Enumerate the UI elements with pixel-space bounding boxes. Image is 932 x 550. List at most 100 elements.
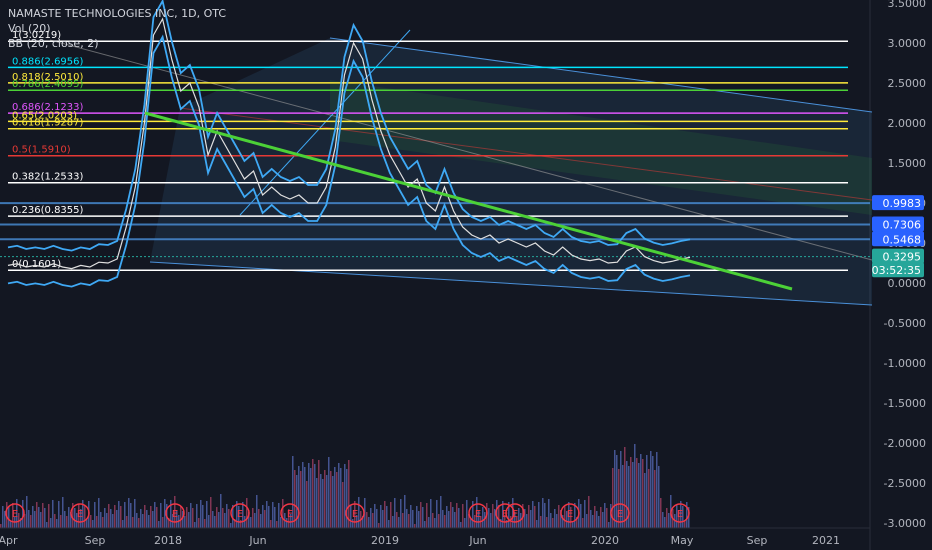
volume-bar [278,503,280,528]
volume-bar [256,495,258,528]
volume-bar [136,513,138,528]
y-tick-label: -1.0000 [884,357,926,370]
volume-bar [52,500,54,528]
volume-bar [226,504,228,528]
volume-bar [636,458,638,528]
volume-bar [134,499,136,528]
volume-bar [462,504,464,528]
y-tick-label: 3.0000 [888,37,927,50]
volume-bar [152,511,154,528]
volume-bar [394,498,396,528]
volume-bar [230,523,232,528]
volume-bar [378,523,380,528]
earnings-marker-label: E [352,509,358,520]
volume-bar [246,498,248,528]
volume-bar [96,516,98,528]
volume-bar [352,519,354,528]
legend-volume: Vol (20) [8,22,51,35]
volume-bar [324,470,326,528]
volume-bar [426,503,428,528]
volume-bar [276,521,278,528]
price-chart[interactable]: 1(3.0219)0.886(2.6956)0.818(2.5010)0.786… [0,0,932,550]
volume-bar [38,507,40,528]
volume-bar [56,519,58,528]
volume-bar [116,510,118,528]
volume-bar [48,504,50,528]
volume-bar [268,506,270,528]
volume-bar [244,516,246,528]
volume-bar [412,510,414,528]
volume-bar [306,481,308,528]
volume-bar [630,457,632,528]
volume-bar [558,505,560,528]
y-tick-label: -2.0000 [884,437,926,450]
volume-bar [490,513,492,528]
volume-bar [92,520,94,528]
volume-bar [530,510,532,528]
volume-bar [228,509,230,528]
volume-bar [380,505,382,528]
volume-bar [418,511,420,528]
volume-bar [112,514,114,528]
volume-bar [432,513,434,528]
volume-bar [128,498,130,528]
volume-bar [322,479,324,528]
volume-bar [604,503,606,528]
volume-bar [280,517,282,528]
volume-bar [150,506,152,528]
volume-bar [250,517,252,528]
price-axis-tag-label: 0.3295 [883,251,922,264]
volume-bar [358,497,360,528]
volume-bar [32,506,34,528]
volume-bar [180,506,182,528]
earnings-marker-label: E [512,509,518,520]
volume-bar [542,498,544,528]
volume-bar [600,507,602,528]
volume-bar [300,471,302,528]
volume-bar [156,507,158,528]
volume-bar [162,517,164,528]
volume-bar [564,506,566,528]
y-tick-label: -2.5000 [884,477,926,490]
volume-bar [138,518,140,528]
volume-bar [334,467,336,528]
volume-bar [344,464,346,528]
volume-bar [370,508,372,528]
volume-bar [430,499,432,528]
volume-bar [108,504,110,528]
volume-bar [366,512,368,528]
x-tick-label: 2021 [812,534,840,547]
volume-bar [208,515,210,528]
volume-bar [608,522,610,528]
y-tick-label: 2.5000 [888,77,927,90]
volume-bar [304,467,306,528]
volume-bar [518,508,520,528]
volume-bar [658,466,660,528]
volume-bar [436,500,438,528]
volume-bar [140,509,142,528]
price-axis-tag-label: 03:52:35 [872,264,921,277]
volume-bar [274,507,276,528]
volume-bar [382,510,384,528]
volume-bar [592,515,594,528]
volume-bar [26,496,28,528]
volume-bar [158,521,160,528]
volume-bar [342,482,344,528]
volume-bar [30,515,32,528]
volume-bar [450,502,452,528]
volume-bar [318,460,320,528]
volume-bar [384,501,386,528]
volume-bar [536,520,538,528]
volume-bar [94,502,96,528]
volume-bar [66,516,68,528]
volume-bar [644,473,646,528]
volume-bar [312,459,314,528]
volume-bar [428,517,430,528]
volume-bar [556,514,558,528]
volume-bar [266,501,268,528]
volume-bar [396,512,398,528]
volume-bar [438,514,440,528]
volume-bar [64,511,66,528]
volume-bar [666,508,668,528]
price-axis-tag-label: 0.9983 [883,197,922,210]
